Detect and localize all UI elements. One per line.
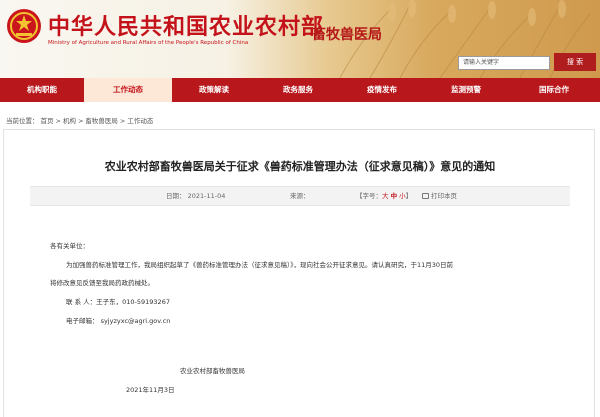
nav-item-institutions[interactable]: 机构职能	[0, 78, 84, 102]
header-banner: 中华人民共和国农业农村部 Ministry of Agriculture and…	[0, 0, 600, 78]
article-paragraph-line: 为加强兽药标准管理工作，我局组织起草了《兽药标准管理办法（征求意见稿）》，现向社…	[66, 261, 454, 269]
print-page-label: 打印本页	[431, 192, 457, 200]
nav-item-work-news[interactable]: 工作动态	[84, 78, 172, 102]
site-title[interactable]: 中华人民共和国农业农村部	[48, 9, 324, 41]
article-title: 农业农村部畜牧兽医局关于征求《兽药标准管理办法（征求意见稿）》意见的通知	[104, 160, 496, 173]
breadcrumb: 当前位置： 首页 > 机构 > 畜牧兽医局 > 工作动态	[6, 115, 155, 125]
nav-item-policy[interactable]: 政策解读	[172, 78, 256, 102]
font-size-medium-link[interactable]: 中	[391, 192, 398, 200]
article-email: 电子邮箱： syjyzyxc@agri.gov.cn	[66, 317, 171, 325]
printer-icon	[422, 193, 429, 199]
bureau-name[interactable]: 畜牧兽医局	[312, 24, 382, 44]
font-size-label: 【字号：	[356, 192, 382, 200]
nav-item-monitoring[interactable]: 监测预警	[424, 78, 508, 102]
article-date: 日期： 2021-11-04	[166, 192, 226, 200]
article-contact: 联 系 人：王子东，010-59193267	[66, 298, 170, 306]
breadcrumb-separator: >	[77, 117, 84, 125]
print-page-link[interactable]: 打印本页	[422, 187, 457, 205]
font-size-control: 【字号：大 中 小】	[356, 187, 412, 205]
breadcrumb-item-work-news[interactable]: 工作动态	[127, 117, 153, 125]
article-greeting: 各有关单位：	[50, 242, 89, 250]
breadcrumb-prefix: 当前位置：	[6, 117, 39, 125]
article-meta-bar: 日期： 2021-11-04 来源： 【字号：大 中 小】 打印本页	[30, 186, 570, 206]
search-input[interactable]: 请输入关键字	[458, 56, 550, 70]
page: 中华人民共和国农业农村部 Ministry of Agriculture and…	[0, 0, 600, 417]
nav-item-epidemic[interactable]: 疫情发布	[340, 78, 424, 102]
breadcrumb-separator: >	[119, 117, 126, 125]
search-button[interactable]: 搜 索	[554, 53, 596, 71]
article-source: 来源：	[290, 192, 310, 200]
article-paragraph-line: 将修改意见反馈至我局药政药械处。	[50, 279, 154, 287]
font-size-label-close: 】	[405, 192, 413, 200]
nav-item-services[interactable]: 政务服务	[256, 78, 340, 102]
breadcrumb-separator: >	[55, 117, 61, 125]
article-sign-date: 2021年11月3日	[126, 386, 175, 394]
national-emblem-icon	[7, 9, 41, 43]
breadcrumb-item-bureau[interactable]: 畜牧兽医局	[85, 117, 118, 125]
nav-item-international[interactable]: 国际合作	[508, 78, 600, 102]
site-subtitle: Ministry of Agriculture and Rural Affair…	[48, 40, 249, 46]
article-signature: 农业农村部畜牧兽医局	[180, 367, 245, 375]
breadcrumb-item-home[interactable]: 首页	[41, 117, 54, 125]
breadcrumb-item-institutions[interactable]: 机构	[63, 117, 76, 125]
main-nav: 机构职能 工作动态 政策解读 政务服务 疫情发布 监测预警 国际合作	[0, 78, 600, 102]
font-size-large-link[interactable]: 大	[382, 192, 389, 200]
